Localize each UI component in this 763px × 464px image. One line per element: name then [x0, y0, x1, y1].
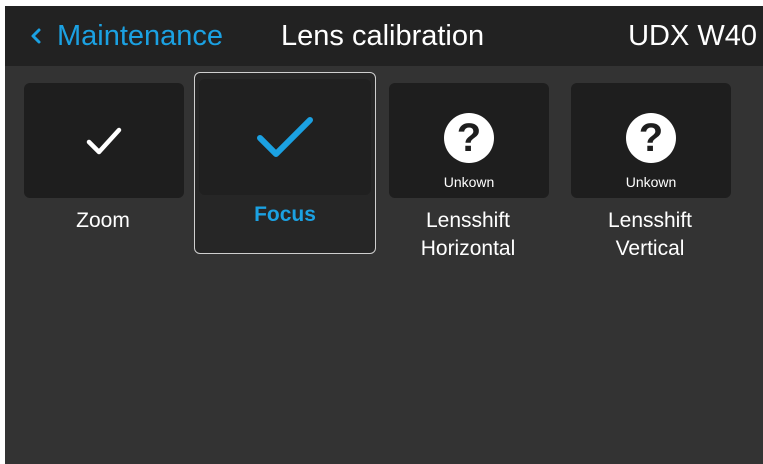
- tile-label-lensshift-vertical: Lensshift Vertical: [607, 209, 693, 260]
- header-bar: Maintenance Lens calibration UDX W40: [5, 6, 763, 66]
- back-label: Maintenance: [57, 20, 224, 52]
- question-icon: ?: [626, 113, 676, 163]
- tile-icon-box: [24, 83, 184, 198]
- tile-lensshift-horizontal[interactable]: ? Unkown Lensshift Horizontal: [388, 72, 570, 260]
- lens-calibration-screen: Maintenance Lens calibration UDX W40 Zoo…: [5, 6, 763, 464]
- tile-label-zoom: Zoom: [76, 209, 130, 232]
- tile-label-focus: Focus: [254, 203, 316, 226]
- status-text: Unkown: [443, 174, 495, 190]
- question-icon: ?: [444, 113, 494, 163]
- model-name: UDX W40: [628, 20, 757, 52]
- tile-focus[interactable]: Focus: [194, 72, 376, 254]
- tile-icon-box: ? Unkown: [571, 83, 731, 198]
- back-button[interactable]: Maintenance: [25, 20, 224, 52]
- status-text: Unkown: [625, 174, 677, 190]
- check-icon: [257, 117, 313, 157]
- tile-icon-box: ? Unkown: [389, 83, 549, 198]
- check-icon: [86, 127, 122, 155]
- tile-lensshift-vertical[interactable]: ? Unkown Lensshift Vertical: [570, 72, 752, 260]
- chevron-left-icon: [31, 28, 41, 44]
- tile-zoom[interactable]: Zoom: [23, 72, 205, 254]
- page-title: Lens calibration: [281, 20, 485, 52]
- tile-label-lensshift-horizontal: Lensshift Horizontal: [420, 209, 516, 260]
- tile-icon-box: [199, 79, 371, 195]
